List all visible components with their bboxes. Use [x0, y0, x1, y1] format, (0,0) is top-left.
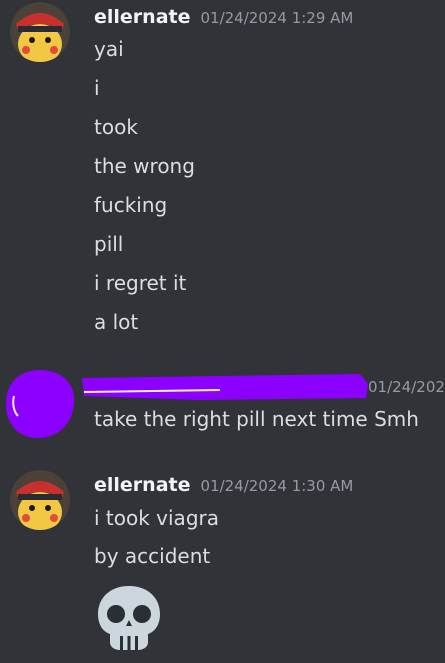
message-line: i regret it — [94, 271, 187, 295]
timestamp: 01/24/202 — [368, 378, 445, 396]
message-header: ellernate 01/24/2024 1:30 AM — [94, 474, 353, 496]
username[interactable]: ellernate — [94, 474, 190, 496]
skull-emoji-icon — [98, 586, 160, 650]
redacted-avatar-scribble — [6, 370, 75, 438]
message-line: by accident — [94, 544, 211, 568]
message-header: ellernate 01/24/2024 1:29 AM — [94, 6, 353, 28]
message-line: i took viagra — [94, 506, 219, 530]
message-line: take the right pill next time Smh — [94, 407, 419, 431]
redacted-username-scribble — [82, 374, 368, 400]
message-line: pill — [94, 232, 124, 256]
message-line: yai — [94, 37, 124, 61]
message-line: took — [94, 115, 138, 139]
username[interactable]: ellernate — [94, 6, 190, 28]
timestamp: 01/24/2024 1:29 AM — [200, 9, 354, 27]
message-line: the wrong — [94, 154, 195, 178]
message-line: fucking — [94, 193, 168, 217]
message-line: i — [94, 76, 100, 100]
message-line: a lot — [94, 310, 139, 334]
user-avatar[interactable] — [10, 470, 70, 530]
timestamp: 01/24/2024 1:30 AM — [200, 477, 354, 495]
user-avatar[interactable] — [10, 2, 70, 62]
